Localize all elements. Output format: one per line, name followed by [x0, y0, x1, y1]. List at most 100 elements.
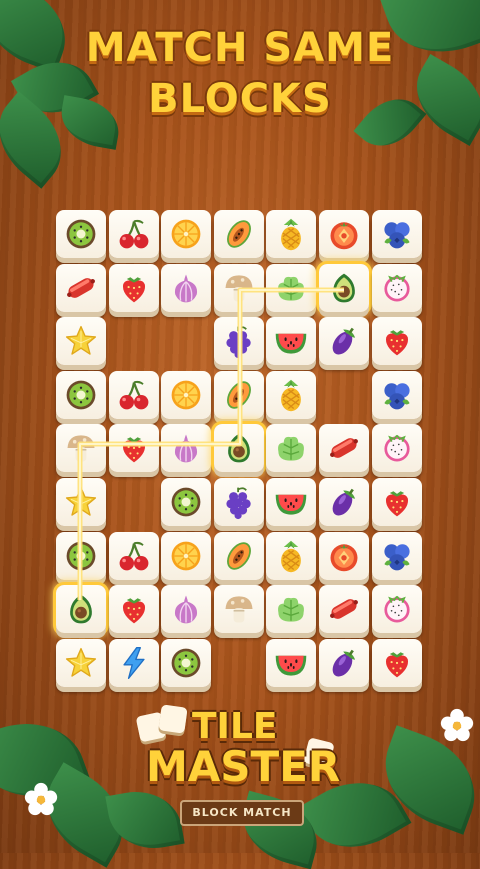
tile-kiwi[interactable] [161, 638, 212, 687]
tile-strawberry[interactable] [108, 585, 159, 634]
tile-blueberry[interactable] [371, 370, 422, 419]
cherry-icon [119, 541, 148, 570]
tile-tomato[interactable] [319, 210, 369, 258]
lettuce-icon [278, 276, 305, 301]
watermelon-icon [276, 494, 307, 515]
tile-tomato[interactable] [319, 531, 369, 580]
kiwi-icon [66, 380, 96, 410]
kiwi-icon [171, 648, 201, 678]
tile-kiwi[interactable] [56, 531, 106, 580]
tile-dragonfruit[interactable] [371, 585, 422, 634]
grape-icon [226, 326, 251, 359]
tile-onion[interactable] [161, 585, 212, 634]
dragonfruit-icon [383, 435, 410, 462]
tile-pineapple[interactable] [266, 531, 317, 580]
tile-papaya[interactable] [213, 370, 264, 419]
tile-strawberry[interactable] [108, 263, 159, 312]
avocado-icon [333, 273, 355, 302]
tile-lightning[interactable] [108, 638, 159, 687]
tile-dragonfruit[interactable] [371, 263, 422, 312]
tile-avocado[interactable] [56, 585, 106, 634]
tile-mushroom[interactable] [213, 263, 264, 312]
tile-strawberry[interactable] [371, 317, 422, 366]
lettuce-icon [278, 437, 305, 461]
starfruit-icon [65, 326, 97, 355]
tile-lettuce[interactable] [266, 263, 317, 312]
tile-grape[interactable] [213, 478, 264, 526]
tile-sausage[interactable] [319, 424, 369, 473]
tile-blueberry[interactable] [371, 210, 422, 258]
game-logo: TILE MASTER BLOCK MATCH [130, 700, 350, 830]
tomato-icon [330, 543, 358, 571]
flower-icon [24, 782, 58, 816]
tile-lettuce[interactable] [266, 585, 317, 634]
papaya-icon [226, 381, 251, 409]
tile-blueberry[interactable] [371, 531, 422, 580]
logo-title-line2: MASTER [146, 742, 341, 791]
tile-starfruit[interactable] [56, 478, 106, 526]
tile-cherry[interactable] [108, 210, 159, 258]
tile-strawberry[interactable] [371, 638, 422, 687]
papaya-icon [226, 220, 251, 248]
tile-avocado[interactable] [213, 424, 264, 473]
tile-lettuce[interactable] [266, 424, 317, 473]
blueberry-icon [383, 222, 410, 249]
tile-pineapple[interactable] [266, 210, 317, 258]
tile-mushroom[interactable] [213, 585, 264, 634]
mushroom-icon [225, 596, 253, 623]
tile-watermelon[interactable] [266, 317, 317, 366]
tile-onion[interactable] [161, 424, 212, 473]
strawberry-icon [122, 276, 145, 302]
tile-papaya[interactable] [213, 210, 264, 258]
pineapple-icon [281, 379, 302, 411]
tile-pineapple[interactable] [266, 370, 317, 419]
tile-orange[interactable] [161, 210, 212, 258]
tile-cherry[interactable] [108, 370, 159, 419]
strawberry-icon [385, 651, 408, 678]
tile-strawberry[interactable] [108, 424, 159, 473]
onion-icon [175, 595, 198, 624]
grape-icon [226, 487, 251, 520]
tile-kiwi[interactable] [161, 478, 212, 526]
tile-watermelon[interactable] [266, 638, 317, 687]
tile-eggplant[interactable] [319, 317, 369, 366]
papaya-icon [226, 541, 251, 570]
tile-kiwi[interactable] [56, 370, 106, 419]
tomato-icon [330, 222, 358, 250]
strawberry-icon [122, 598, 145, 624]
tile-starfruit[interactable] [56, 317, 106, 366]
tile-avocado[interactable] [319, 263, 369, 312]
tile-starfruit[interactable] [56, 638, 106, 687]
tile-dragonfruit[interactable] [371, 424, 422, 473]
kiwi-icon [66, 541, 96, 570]
eggplant-icon [332, 649, 356, 677]
tile-orange[interactable] [161, 531, 212, 580]
eggplant-icon [332, 488, 356, 516]
tile-grape[interactable] [213, 317, 264, 366]
tile-watermelon[interactable] [266, 478, 317, 526]
blueberry-icon [383, 543, 410, 570]
kiwi-icon [171, 487, 201, 517]
tile-mushroom[interactable] [56, 424, 106, 473]
tile-cherry[interactable] [108, 531, 159, 580]
pineapple-icon [281, 540, 302, 572]
tile-onion[interactable] [161, 263, 212, 312]
mushroom-icon [225, 274, 253, 302]
tile-strawberry[interactable] [371, 478, 422, 526]
tile-kiwi[interactable] [56, 210, 106, 258]
tile-eggplant[interactable] [319, 638, 369, 687]
tile-sausage[interactable] [56, 263, 106, 312]
avocado-icon [70, 594, 92, 624]
tile-sausage[interactable] [319, 585, 369, 634]
dragonfruit-icon [383, 596, 410, 623]
strawberry-icon [385, 330, 408, 356]
sausage-icon [330, 599, 358, 620]
logo-tile-icon [158, 704, 188, 734]
tile-papaya[interactable] [213, 531, 264, 580]
kiwi-icon [66, 219, 96, 249]
lightning-icon [123, 646, 145, 679]
tile-orange[interactable] [161, 370, 212, 419]
cherry-icon [119, 219, 148, 249]
tile-eggplant[interactable] [319, 478, 369, 526]
onion-icon [175, 434, 198, 463]
